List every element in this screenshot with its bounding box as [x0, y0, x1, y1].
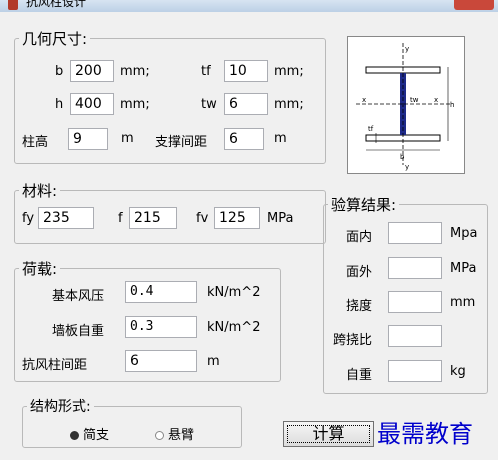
title-bar: 抗风柱设计 — [0, 0, 498, 12]
f-input[interactable]: 215 — [129, 207, 177, 229]
y-top-label: y — [405, 45, 409, 53]
h-diagram-label: h — [450, 101, 454, 109]
self-weight-output[interactable] — [388, 360, 442, 382]
wall-weight-input[interactable]: 0.3 — [125, 316, 197, 338]
out-plane-label: 面外 — [346, 265, 373, 280]
deflection-output[interactable] — [388, 291, 442, 313]
column-spacing-unit: m — [207, 354, 220, 369]
wind-pressure-unit: kN/m^2 — [207, 285, 261, 300]
tf-unit: mm; — [274, 64, 304, 79]
b-input[interactable]: 200 — [70, 60, 114, 82]
geometry-legend: 几何尺寸: — [22, 30, 88, 48]
span-ratio-label: 跨挠比 — [333, 333, 373, 348]
in-plane-unit: Mpa — [450, 226, 478, 241]
brace-spacing-unit: m — [274, 131, 287, 146]
focus-rect — [287, 425, 370, 443]
x-left-label: x — [362, 96, 366, 104]
h-unit: mm; — [120, 97, 150, 112]
in-plane-output[interactable] — [388, 222, 442, 244]
h-label: h — [55, 97, 64, 112]
brace-spacing-input[interactable]: 6 — [224, 128, 264, 150]
radio-simple-label: 简支 — [83, 428, 110, 443]
y-bottom-label: y — [405, 163, 409, 171]
fy-label: fy — [22, 211, 35, 226]
calculate-button[interactable]: 计算 — [283, 421, 374, 447]
tf-label: tf — [201, 64, 211, 79]
in-plane-label: 面内 — [346, 230, 373, 245]
column-height-label: 柱高 — [22, 135, 49, 150]
x-right-label: x — [434, 96, 438, 104]
out-plane-unit: MPa — [450, 261, 477, 276]
structure-group: 结构形式: — [22, 396, 242, 448]
tw-unit: mm; — [274, 97, 304, 112]
tw-diagram-label: tw — [410, 96, 419, 104]
watermark: 最需教育 — [377, 420, 473, 448]
b-unit: mm; — [120, 64, 150, 79]
b-diagram-label: b — [400, 153, 405, 161]
structure-legend: 结构形式: — [30, 399, 91, 415]
tf-input[interactable]: 10 — [224, 60, 268, 82]
f-label: f — [118, 211, 123, 226]
fy-input[interactable]: 235 — [38, 207, 94, 229]
load-legend: 荷载: — [22, 260, 58, 278]
deflection-label: 挠度 — [346, 299, 373, 314]
column-height-unit: m — [121, 131, 134, 146]
wall-weight-label: 墙板自重 — [52, 324, 105, 339]
section-diagram: y x tw x tf b y h — [347, 36, 465, 174]
column-spacing-input[interactable]: 6 — [125, 350, 197, 372]
tw-input[interactable]: 6 — [224, 93, 268, 115]
self-weight-label: 自重 — [346, 368, 373, 383]
h-input[interactable]: 400 — [70, 93, 114, 115]
tf-diagram-label: tf — [368, 125, 374, 133]
wall-weight-unit: kN/m^2 — [207, 320, 261, 335]
wind-pressure-label: 基本风压 — [52, 289, 105, 304]
deflection-unit: mm — [450, 295, 476, 310]
b-label: b — [55, 64, 64, 79]
self-weight-unit: kg — [450, 364, 466, 379]
span-ratio-output[interactable] — [388, 325, 442, 347]
radio-unselected-icon — [155, 431, 164, 440]
radio-cantilever-label: 悬臂 — [168, 428, 195, 443]
close-button[interactable] — [454, 0, 494, 10]
radio-selected-icon — [70, 431, 79, 440]
app-icon — [8, 0, 18, 10]
i-beam-diagram: y x tw x tf b y h — [356, 43, 454, 171]
material-unit: MPa — [267, 211, 294, 226]
wind-pressure-input[interactable]: 0.4 — [125, 281, 197, 303]
fv-input[interactable]: 125 — [214, 207, 260, 229]
out-plane-output[interactable] — [388, 257, 442, 279]
fv-label: fv — [196, 211, 209, 226]
material-legend: 材料: — [22, 182, 58, 200]
radio-cantilever[interactable]: 悬臂 — [155, 424, 194, 443]
radio-simple[interactable]: 简支 — [70, 424, 109, 443]
brace-spacing-label: 支撑间距 — [155, 135, 208, 150]
tw-label: tw — [201, 97, 217, 112]
window-title: 抗风柱设计 — [26, 0, 87, 9]
column-height-input[interactable]: 9 — [68, 128, 108, 150]
results-legend: 验算结果: — [331, 196, 397, 214]
column-spacing-label: 抗风柱间距 — [22, 358, 88, 373]
